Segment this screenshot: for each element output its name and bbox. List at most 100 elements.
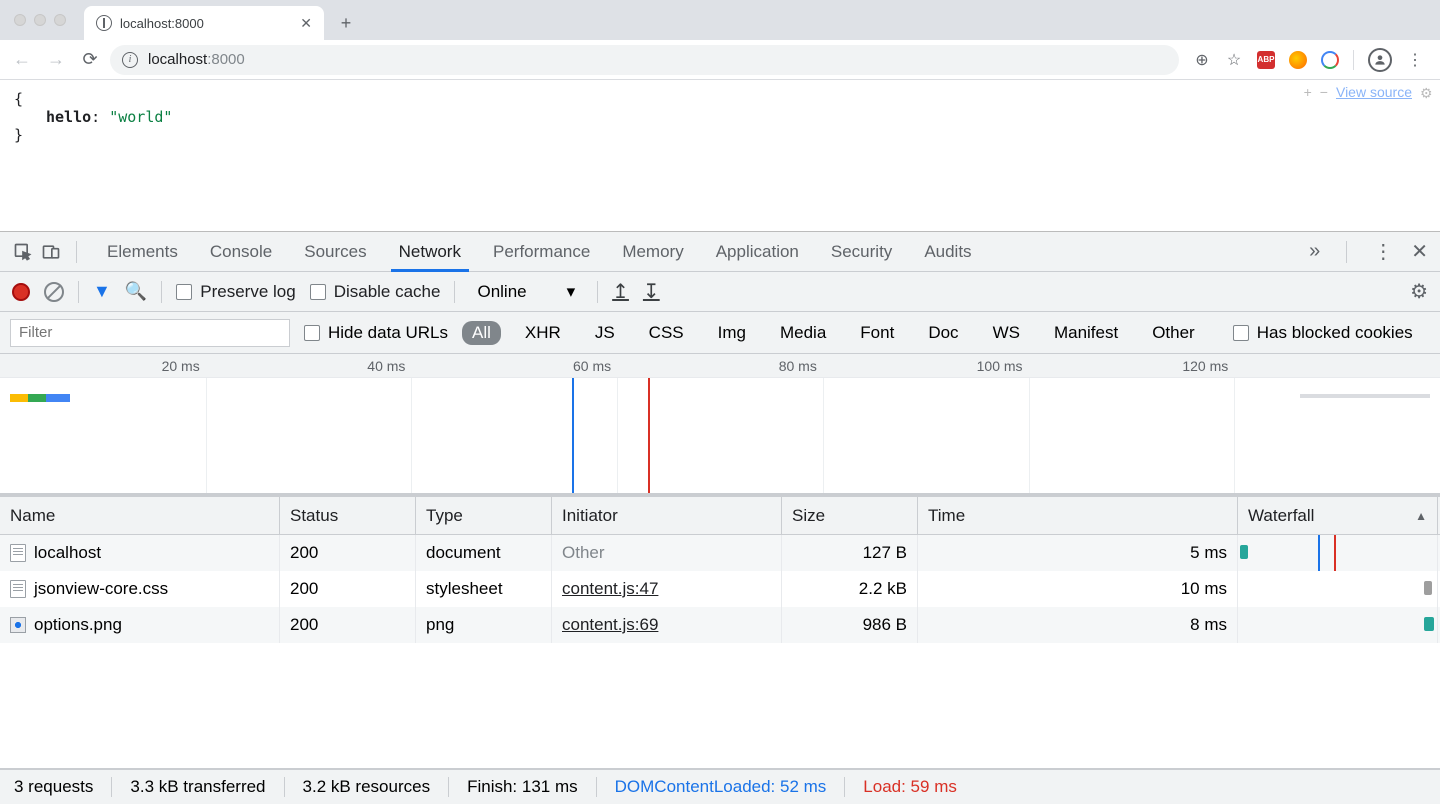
window-minimize-icon[interactable] <box>34 14 46 26</box>
tab-performance[interactable]: Performance <box>477 232 606 272</box>
cell-type: stylesheet <box>416 571 552 607</box>
cell-status: 200 <box>280 607 416 643</box>
filter-type-other[interactable]: Other <box>1142 321 1205 345</box>
col-initiator[interactable]: Initiator <box>552 497 782 534</box>
devtools-menu-icon[interactable]: ⋮ <box>1373 239 1393 264</box>
cell-size: 2.2 kB <box>782 571 918 607</box>
tab-audits[interactable]: Audits <box>908 232 987 272</box>
chrome-tab-strip: localhost:8000 ✕ + <box>0 0 1440 40</box>
filter-toggle-icon[interactable]: ▼ <box>93 281 111 302</box>
cell-status: 200 <box>280 535 416 571</box>
tab-security[interactable]: Security <box>815 232 908 272</box>
devtools-panel: ElementsConsoleSourcesNetworkPerformance… <box>0 232 1440 804</box>
table-header: Name Status Type Initiator Size Time Wat… <box>0 497 1440 535</box>
weibo-extension-icon[interactable] <box>1289 51 1307 69</box>
toolbar-right: ⊕ ☆ ABP ⋮ <box>1185 48 1432 72</box>
jsonview-toolbar: + − View source ⚙ <box>1304 84 1434 100</box>
has-blocked-cookies-checkbox[interactable]: Has blocked cookies <box>1233 323 1413 343</box>
table-row[interactable]: localhost200documentOther127 B5 ms <box>0 535 1440 571</box>
browser-tab[interactable]: localhost:8000 ✕ <box>84 6 324 40</box>
col-status[interactable]: Status <box>280 497 416 534</box>
download-har-icon[interactable]: ↧ <box>643 279 660 304</box>
devtools-close-icon[interactable]: ✕ <box>1411 239 1428 264</box>
network-table: Name Status Type Initiator Size Time Wat… <box>0 494 1440 768</box>
zoom-icon[interactable]: ⊕ <box>1193 51 1211 69</box>
filter-type-media[interactable]: Media <box>770 321 836 345</box>
json-body-end: } <box>14 126 1426 144</box>
cell-waterfall <box>1238 607 1438 643</box>
filter-type-all[interactable]: All <box>462 321 501 345</box>
tab-console[interactable]: Console <box>194 232 288 272</box>
col-type[interactable]: Type <box>416 497 552 534</box>
filter-type-ws[interactable]: WS <box>983 321 1030 345</box>
filter-type-img[interactable]: Img <box>708 321 756 345</box>
json-line: hello: "world" <box>14 108 1426 126</box>
expand-button[interactable]: + <box>1304 84 1312 100</box>
status-transferred: 3.3 kB transferred <box>130 777 265 797</box>
timeline-tick: 80 ms <box>779 358 823 374</box>
tab-memory[interactable]: Memory <box>606 232 699 272</box>
cell-time: 8 ms <box>918 607 1238 643</box>
close-tab-icon[interactable]: ✕ <box>300 15 312 32</box>
filter-type-doc[interactable]: Doc <box>918 321 968 345</box>
tab-elements[interactable]: Elements <box>91 232 194 272</box>
network-settings-icon[interactable]: ⚙ <box>1410 279 1428 304</box>
tab-sources[interactable]: Sources <box>288 232 382 272</box>
col-time[interactable]: Time <box>918 497 1238 534</box>
tab-application[interactable]: Application <box>700 232 815 272</box>
cell-initiator[interactable]: content.js:47 <box>552 571 782 607</box>
status-resources: 3.2 kB resources <box>303 777 431 797</box>
inspect-element-icon[interactable] <box>12 241 34 263</box>
filter-type-manifest[interactable]: Manifest <box>1044 321 1128 345</box>
bookmark-star-icon[interactable]: ☆ <box>1225 51 1243 69</box>
tab-network[interactable]: Network <box>383 232 477 272</box>
table-row[interactable]: options.png200pngcontent.js:69986 B8 ms <box>0 607 1440 643</box>
address-bar: ← → ⟳ i localhost:8000 ⊕ ☆ ABP ⋮ <box>0 40 1440 80</box>
window-close-icon[interactable] <box>14 14 26 26</box>
collapse-button[interactable]: − <box>1320 84 1328 100</box>
dcl-marker <box>572 378 574 493</box>
new-tab-button[interactable]: + <box>332 9 360 37</box>
disable-cache-checkbox[interactable]: Disable cache <box>310 282 441 302</box>
network-timeline[interactable]: 20 ms40 ms60 ms80 ms100 ms120 ms <box>0 354 1440 494</box>
filter-type-xhr[interactable]: XHR <box>515 321 571 345</box>
gear-icon[interactable]: ⚙ <box>1420 85 1434 99</box>
preserve-log-checkbox[interactable]: Preserve log <box>176 282 295 302</box>
tab-title: localhost:8000 <box>120 16 204 31</box>
col-name[interactable]: Name <box>0 497 280 534</box>
record-button[interactable] <box>12 283 30 301</box>
col-size[interactable]: Size <box>782 497 918 534</box>
clear-button[interactable] <box>44 282 64 302</box>
view-source-link[interactable]: View source <box>1336 84 1412 100</box>
chrome-menu-icon[interactable]: ⋮ <box>1406 51 1424 69</box>
table-row[interactable]: jsonview-core.css200stylesheetcontent.js… <box>0 571 1440 607</box>
abp-extension-icon[interactable]: ABP <box>1257 51 1275 69</box>
profile-avatar-icon[interactable] <box>1368 48 1392 72</box>
upload-har-icon[interactable]: ↥ <box>612 279 629 304</box>
device-toolbar-icon[interactable] <box>40 241 62 263</box>
filter-type-js[interactable]: JS <box>585 321 625 345</box>
file-name: localhost <box>34 543 101 563</box>
omnibox[interactable]: i localhost:8000 <box>110 45 1179 75</box>
forward-button[interactable]: → <box>42 46 70 74</box>
back-button[interactable]: ← <box>8 46 36 74</box>
col-waterfall[interactable]: Waterfall▲ <box>1238 497 1438 534</box>
filter-type-font[interactable]: Font <box>850 321 904 345</box>
timeline-tick: 60 ms <box>573 358 617 374</box>
throttling-select[interactable]: Online▾ <box>469 282 583 302</box>
hide-data-urls-checkbox[interactable]: Hide data URLs <box>304 323 448 343</box>
timeline-overview-bar <box>10 394 70 402</box>
reload-button[interactable]: ⟳ <box>76 46 104 74</box>
page-content: + − View source ⚙ { hello: "world" } <box>0 80 1440 232</box>
site-info-icon[interactable]: i <box>122 52 138 68</box>
window-maximize-icon[interactable] <box>54 14 66 26</box>
more-tabs-icon[interactable]: » <box>1309 240 1320 263</box>
timeline-tick: 20 ms <box>162 358 206 374</box>
cell-waterfall <box>1238 535 1438 571</box>
extension-globe-icon[interactable] <box>1321 51 1339 69</box>
cell-initiator[interactable]: content.js:69 <box>552 607 782 643</box>
filter-input[interactable] <box>10 319 290 347</box>
search-icon[interactable]: 🔍 <box>125 281 147 302</box>
file-icon <box>10 580 26 598</box>
filter-type-css[interactable]: CSS <box>639 321 694 345</box>
